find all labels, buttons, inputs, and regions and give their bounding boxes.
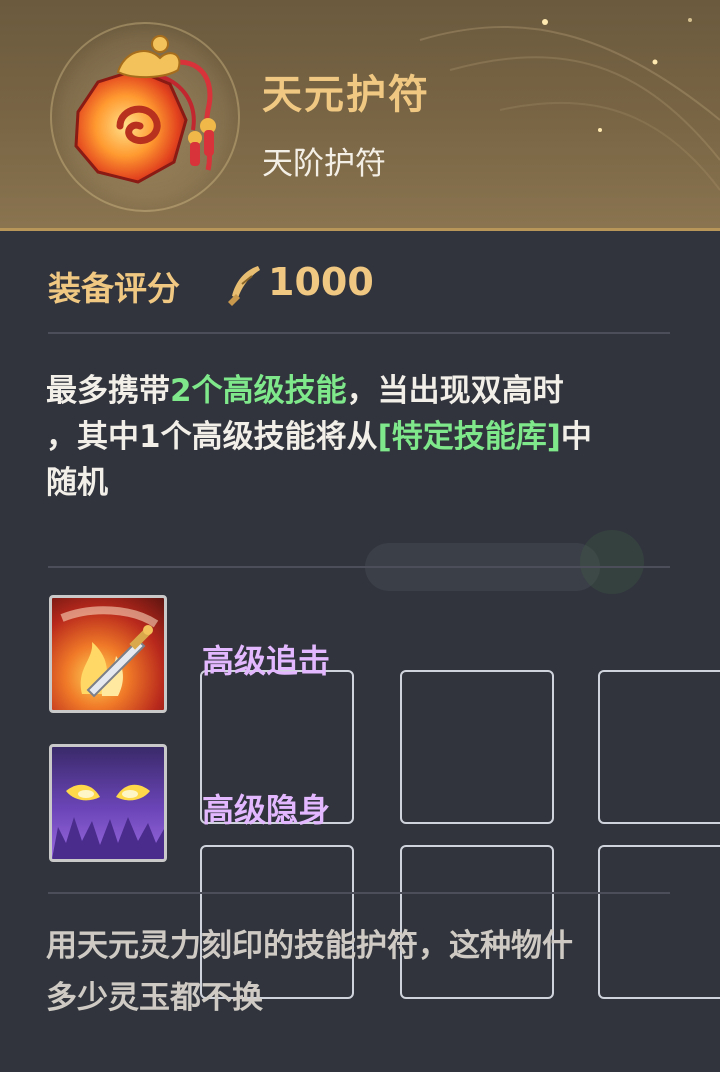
description-line: 最多携带2个高级技能，当出现双高时 bbox=[46, 368, 678, 414]
skill-name: 高级追击 bbox=[202, 642, 331, 680]
amulet-pouch-icon bbox=[74, 35, 216, 184]
lore-line: 多少灵玉都不换 bbox=[46, 980, 263, 1016]
item-tooltip-panel: 天元护符 天阶护符 装备评分 1000 最多携带2个高级技能，当出现双高时 ，其… bbox=[0, 0, 720, 1072]
description-highlight: [特定技能库] bbox=[377, 419, 561, 455]
description-text: 最多携带 bbox=[46, 373, 170, 409]
divider bbox=[48, 892, 670, 894]
background-slot bbox=[598, 670, 720, 824]
item-description: 最多携带2个高级技能，当出现双高时 ，其中1个高级技能将从[特定技能库]中 随机 bbox=[46, 368, 678, 506]
background-slot bbox=[400, 670, 554, 824]
skill-icon-frame[interactable] bbox=[49, 595, 167, 713]
item-header: 天元护符 天阶护符 bbox=[0, 0, 720, 231]
flaming-sword-icon bbox=[60, 606, 159, 698]
description-line: ，其中1个高级技能将从[特定技能库]中 bbox=[46, 414, 678, 460]
description-text: ，其中1个高级技能将从 bbox=[46, 419, 378, 455]
skill-name: 高级隐身 bbox=[202, 791, 331, 829]
item-name: 天元护符 bbox=[262, 72, 430, 118]
divider bbox=[48, 566, 670, 568]
item-lore: 用天元灵力刻印的技能护符，这种物什 多少灵玉都不换 bbox=[46, 920, 686, 1024]
rating-value: 1000 bbox=[268, 260, 374, 304]
description-text: ，当出现双高时 bbox=[346, 373, 564, 409]
item-grade: 天阶护符 bbox=[262, 146, 386, 182]
feather-quill-icon bbox=[228, 266, 260, 306]
divider bbox=[48, 332, 670, 334]
description-line: 随机 bbox=[46, 465, 108, 501]
description-text: 中 bbox=[560, 419, 592, 455]
rating-label: 装备评分 bbox=[48, 269, 180, 308]
description-highlight: 2个高级技能 bbox=[170, 373, 347, 409]
lore-line: 用天元灵力刻印的技能护符，这种物什 bbox=[46, 928, 573, 964]
skill-icon-frame[interactable] bbox=[49, 744, 167, 862]
glowing-eyes-icon bbox=[52, 784, 164, 859]
background-upgrade-icon bbox=[580, 530, 644, 594]
